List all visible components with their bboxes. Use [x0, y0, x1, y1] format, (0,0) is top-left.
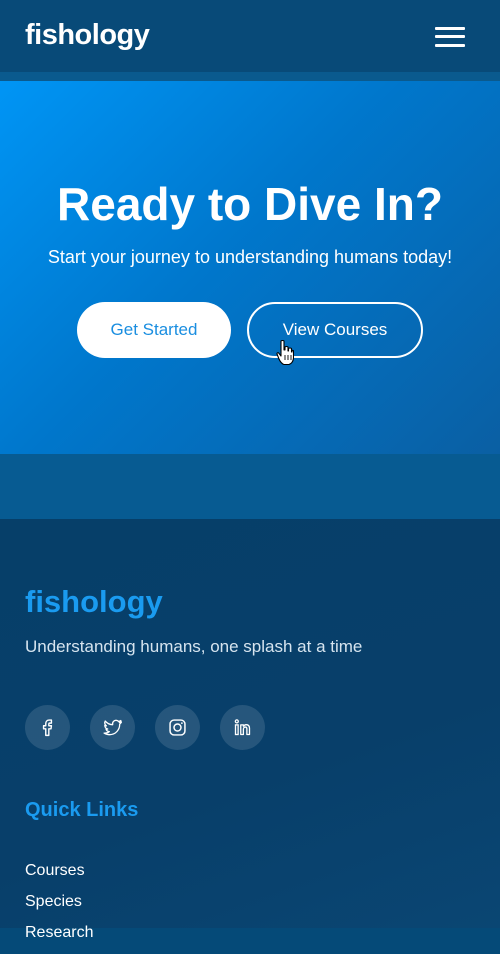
quick-link-courses[interactable]: Courses	[25, 861, 93, 892]
quick-link-species[interactable]: Species	[25, 892, 93, 923]
hero-title: Ready to Dive In?	[57, 178, 443, 230]
twitter-icon[interactable]	[90, 705, 135, 750]
quick-links-list: Courses Species Research	[25, 861, 93, 954]
view-courses-button[interactable]: View Courses	[247, 302, 423, 358]
linkedin-icon[interactable]	[220, 705, 265, 750]
site-footer: fishology Understanding humans, one spla…	[0, 519, 500, 941]
site-logo[interactable]: fishology	[25, 19, 150, 52]
site-header: fishology	[0, 0, 500, 72]
hamburger-menu-icon[interactable]	[430, 24, 470, 50]
footer-logo: fishology	[25, 584, 163, 619]
section-divider-band	[0, 454, 500, 519]
footer-tagline: Understanding humans, one splash at a ti…	[25, 637, 363, 656]
hero-section: Ready to Dive In? Start your journey to …	[0, 81, 500, 454]
pointer-cursor-icon	[276, 340, 294, 366]
header-divider	[0, 72, 500, 81]
instagram-icon[interactable]	[155, 705, 200, 750]
facebook-icon[interactable]	[25, 705, 70, 750]
hero-subtitle: Start your journey to understanding huma…	[47, 247, 453, 267]
get-started-button[interactable]: Get Started	[77, 302, 231, 358]
quick-links-heading: Quick Links	[25, 799, 139, 821]
